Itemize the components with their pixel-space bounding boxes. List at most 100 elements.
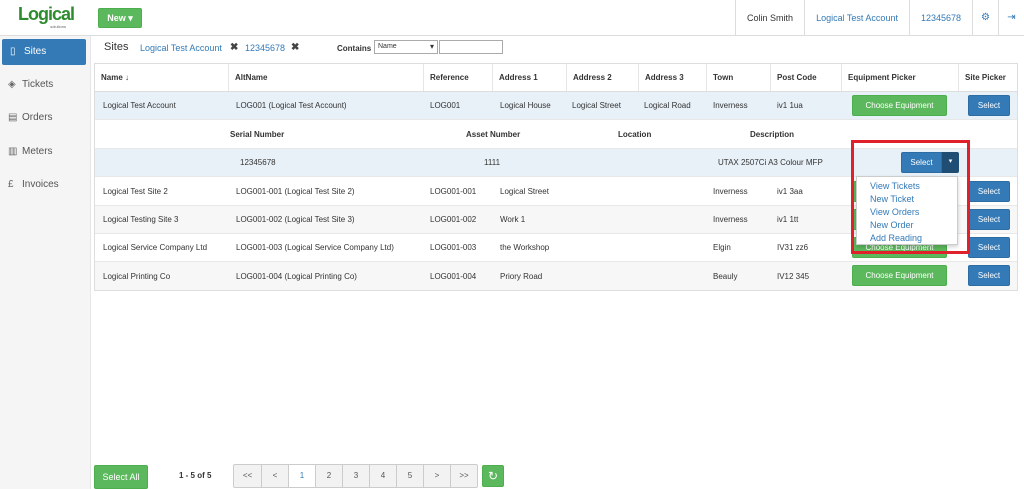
column-header-equipment-picker: Equipment Picker — [841, 64, 958, 91]
subheader-description: Description — [750, 129, 795, 139]
select-site-button[interactable]: Select — [968, 209, 1010, 230]
cell-reference: LOG001-003 — [430, 243, 477, 252]
contains-label: Contains — [337, 44, 372, 53]
new-button-label: New — [107, 13, 126, 23]
cell-reference: LOG001-001 — [430, 186, 477, 196]
cell-postcode: IV31 zz6 — [777, 243, 809, 252]
cell-name: Logical Printing Co — [103, 271, 171, 281]
sidebar-item-sites[interactable]: ▯ Sites — [2, 39, 86, 65]
table-row[interactable]: Logical Printing Co LOG001-004 (Logical … — [95, 262, 1017, 290]
cell-reference: LOG001 — [430, 101, 461, 110]
document-icon: ▤ — [8, 112, 18, 123]
column-header-site-picker: Site Picker — [958, 64, 1017, 91]
account-number-link[interactable]: 12345678 — [908, 0, 972, 36]
pound-icon: £ — [8, 179, 14, 190]
page-1[interactable]: 1 — [288, 465, 315, 487]
cell-altname: LOG001-001 (Logical Test Site 2) — [236, 186, 355, 196]
search-input[interactable] — [439, 40, 503, 54]
column-header-altname[interactable]: AltName — [228, 64, 421, 91]
cell-name: Logical Testing Site 3 — [103, 215, 179, 224]
select-site-button[interactable]: Select — [968, 237, 1010, 258]
sidebar: ▯ Sites ◈ Tickets ▤ Orders ▥ Meters £ Invoice… — [0, 36, 91, 489]
select-site-button[interactable]: Select — [968, 181, 1010, 202]
cell-address1: Work 1 — [500, 215, 526, 224]
filter-field-select[interactable]: Name ▾ — [374, 40, 438, 54]
page-first[interactable]: << — [234, 465, 261, 487]
sidebar-item-label: Orders — [22, 112, 53, 123]
cell-town: Elgin — [713, 243, 731, 252]
refresh-icon[interactable]: ↻ — [482, 465, 504, 487]
choose-equipment-button[interactable]: Choose Equipment — [852, 95, 947, 116]
subheader-location: Location — [618, 129, 652, 139]
cell-town: Beauly — [713, 271, 738, 281]
page-title: Sites — [104, 41, 129, 53]
page-2[interactable]: 2 — [315, 465, 342, 487]
gear-icon[interactable]: ⚙ — [972, 0, 998, 36]
cell-serial: 12345678 — [240, 158, 276, 167]
column-header-name[interactable]: Name ↓ — [95, 64, 222, 91]
page-next[interactable]: > — [423, 465, 450, 487]
cell-postcode: iv1 3aa — [777, 186, 803, 196]
cell-name: Logical Test Account — [103, 101, 176, 110]
cell-description: UTAX 2507Ci A3 Colour MFP — [718, 158, 823, 167]
page-4[interactable]: 4 — [369, 465, 396, 487]
cell-postcode: iv1 1tt — [777, 215, 799, 224]
page-3[interactable]: 3 — [342, 465, 369, 487]
close-icon[interactable]: ✖ — [230, 42, 238, 53]
column-header-address2[interactable]: Address 2 — [566, 64, 638, 91]
logo-subtext: solutions — [50, 24, 66, 29]
annotation-highlight-box — [851, 140, 970, 254]
cell-reference: LOG001-004 — [430, 271, 477, 281]
cell-town: Inverness — [713, 186, 748, 196]
sidebar-item-label: Meters — [22, 146, 53, 157]
select-site-button[interactable]: Select — [968, 95, 1010, 116]
table-header: Name ↓ AltName Reference Address 1 Addre… — [95, 64, 1017, 92]
top-right-menu: Colin Smith Logical Test Account 1234567… — [735, 0, 1024, 36]
logout-icon[interactable]: ⇥ — [998, 0, 1024, 36]
cell-altname: LOG001-002 (Logical Test Site 3) — [236, 215, 355, 224]
cell-address1: Priory Road — [500, 271, 543, 281]
cell-address1: Logical House — [500, 101, 551, 110]
page-last[interactable]: >> — [450, 465, 477, 487]
sidebar-item-label: Invoices — [22, 179, 59, 190]
new-button[interactable]: New ▾ — [98, 8, 142, 28]
sidebar-item-invoices[interactable]: £ Invoices — [0, 172, 91, 198]
logo-text: Logical — [18, 4, 75, 24]
filter-chip-account[interactable]: Logical Test Account — [140, 43, 222, 53]
table-row[interactable]: Logical Test Account LOG001 (Logical Tes… — [95, 92, 1017, 120]
page-prev[interactable]: < — [261, 465, 288, 487]
page-5[interactable]: 5 — [396, 465, 423, 487]
cell-name: Logical Service Company Ltd — [103, 243, 208, 252]
logo[interactable]: Logical solutions — [18, 4, 75, 32]
user-name[interactable]: Colin Smith — [735, 0, 804, 36]
account-name-link[interactable]: Logical Test Account — [804, 0, 909, 36]
column-header-postcode[interactable]: Post Code — [770, 64, 841, 91]
select-all-button[interactable]: Select All — [94, 465, 148, 489]
cell-town: Inverness — [713, 215, 748, 224]
filter-field-value: Name — [378, 43, 397, 50]
cell-name: Logical Test Site 2 — [103, 186, 168, 196]
sidebar-item-tickets[interactable]: ◈ Tickets — [0, 72, 91, 98]
cell-town: Inverness — [713, 101, 748, 110]
chevron-down-icon: ▾ — [128, 13, 133, 23]
sidebar-item-meters[interactable]: ▥ Meters — [0, 139, 91, 165]
filter-chip-number[interactable]: 12345678 — [245, 43, 285, 53]
subheader-serial: Serial Number — [230, 129, 285, 139]
cell-altname: LOG001 (Logical Test Account) — [236, 101, 347, 110]
sidebar-item-label: Tickets — [22, 79, 54, 90]
chevron-down-icon: ▾ — [429, 42, 434, 51]
sidebar-item-orders[interactable]: ▤ Orders — [0, 105, 91, 131]
printer-icon: ▥ — [8, 146, 18, 157]
top-bar: Logical solutions New ▾ Colin Smith Logi… — [0, 0, 1024, 36]
select-site-button[interactable]: Select — [968, 265, 1010, 286]
column-header-address1[interactable]: Address 1 — [492, 64, 565, 91]
cell-postcode: iv1 1ua — [777, 101, 803, 110]
pager-range: 1 - 5 of 5 — [179, 471, 212, 480]
column-header-address3[interactable]: Address 3 — [638, 64, 706, 91]
close-icon[interactable]: ✖ — [291, 42, 299, 53]
cell-reference: LOG001-002 — [430, 215, 477, 224]
choose-equipment-button[interactable]: Choose Equipment — [852, 265, 947, 286]
column-header-town[interactable]: Town — [706, 64, 770, 91]
pagination: << < 1 2 3 4 5 > >> — [233, 464, 478, 488]
column-header-reference[interactable]: Reference — [423, 64, 491, 91]
